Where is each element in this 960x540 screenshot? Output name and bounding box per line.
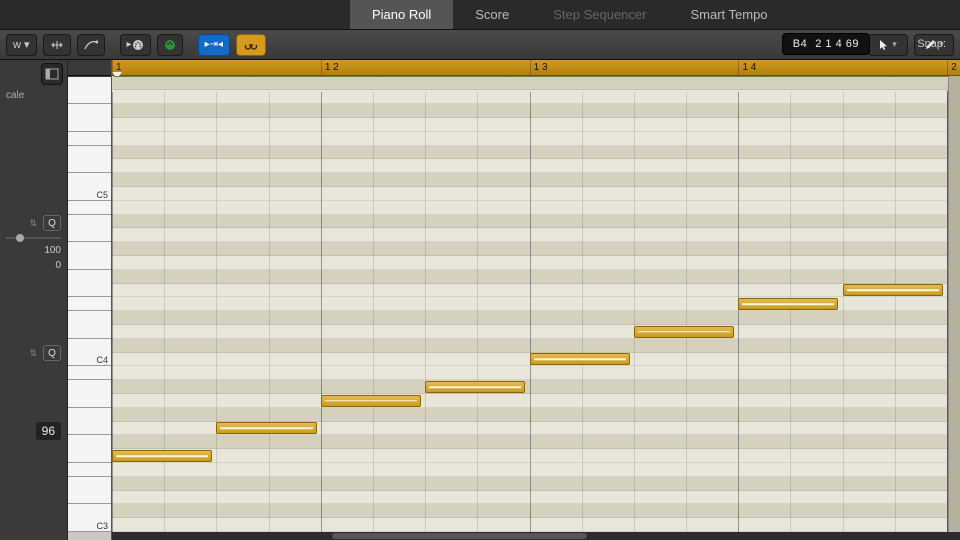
beatline bbox=[477, 92, 478, 532]
midi-out-icon bbox=[164, 39, 176, 51]
grid-row bbox=[112, 77, 947, 91]
grid-area: 11 21 31 42 F Major Scale bbox=[112, 60, 960, 540]
panel-icon bbox=[45, 68, 59, 80]
beatline bbox=[269, 92, 270, 532]
midi-note[interactable] bbox=[321, 395, 421, 407]
automation-tool-button[interactable] bbox=[77, 34, 105, 56]
midi-note[interactable] bbox=[530, 353, 630, 365]
white-key[interactable] bbox=[68, 77, 111, 105]
barline bbox=[530, 92, 531, 532]
editor-tabbar: Piano Roll Score Step Sequencer Smart Te… bbox=[0, 0, 960, 30]
scale-label: cale bbox=[0, 88, 67, 103]
ruler-tick: 1 4 bbox=[738, 60, 756, 75]
tab-smart-tempo[interactable]: Smart Tempo bbox=[668, 0, 789, 29]
white-key[interactable] bbox=[68, 104, 111, 132]
beatline bbox=[843, 92, 844, 532]
quantize-button-2[interactable]: Q bbox=[43, 345, 61, 361]
white-key[interactable] bbox=[68, 380, 111, 408]
playhead-position-value: 2 1 4 69 bbox=[815, 38, 859, 50]
beatline bbox=[895, 92, 896, 532]
catch-icon: ⇥ bbox=[210, 39, 218, 50]
catch-off-button[interactable]: ▸ ⇥ ◂ bbox=[198, 34, 230, 56]
midi-note[interactable] bbox=[112, 450, 212, 462]
tab-piano-roll[interactable]: Piano Roll bbox=[350, 0, 453, 29]
playhead-readout: B4 2 1 4 69 bbox=[782, 33, 870, 55]
white-key[interactable] bbox=[68, 408, 111, 436]
chevron-down-icon: ▾ bbox=[892, 39, 897, 50]
beatline bbox=[634, 92, 635, 532]
white-key[interactable] bbox=[68, 477, 111, 505]
velocity-offset-value: 0 bbox=[55, 260, 61, 271]
midi-in-icon bbox=[132, 39, 144, 51]
stepper-arrows-icon[interactable]: ⇅ bbox=[29, 218, 37, 229]
midi-note[interactable] bbox=[634, 326, 734, 338]
white-key[interactable] bbox=[68, 242, 111, 270]
keyboard-ruler-gap bbox=[68, 60, 111, 76]
chevron-left-icon: ◂ bbox=[218, 39, 223, 50]
inspector-toggle-button[interactable] bbox=[41, 63, 63, 85]
piano-roll-stage: cale ⇅ Q 100 0 ⇅ Q 96 C5 C4 C3 1 1 2 1 3 1 4 2… bbox=[0, 60, 960, 540]
white-key[interactable] bbox=[68, 366, 111, 380]
midi-note[interactable] bbox=[216, 422, 316, 434]
midi-note[interactable] bbox=[738, 298, 838, 310]
velocity-value: 100 bbox=[44, 245, 61, 256]
piano-roll-toolbar: w ▾ ▸ ▸ ⇥ ◂ ▾ ▾ B4 2 1 4 69 Snap: bbox=[0, 30, 960, 60]
beatline bbox=[373, 92, 374, 532]
beatline bbox=[425, 92, 426, 532]
inspector-value-96: 96 bbox=[36, 422, 61, 440]
quantize-button-1[interactable]: Q bbox=[43, 215, 61, 231]
piano-keyboard[interactable]: C5 C4 C3 bbox=[68, 60, 112, 540]
white-key[interactable] bbox=[68, 201, 111, 215]
tab-step-sequencer[interactable]: Step Sequencer bbox=[531, 0, 668, 29]
grid-right-edge bbox=[948, 76, 960, 532]
view-menu-button[interactable]: w ▾ bbox=[6, 34, 37, 56]
pointer-icon bbox=[879, 39, 889, 51]
white-key[interactable] bbox=[68, 435, 111, 463]
ruler-tick: 1 3 bbox=[530, 60, 548, 75]
white-key[interactable] bbox=[68, 132, 111, 146]
key-label: C5 bbox=[96, 190, 108, 200]
beatline bbox=[686, 92, 687, 532]
note-grid[interactable] bbox=[112, 92, 948, 532]
midi-in-button-group[interactable]: ▸ bbox=[120, 34, 151, 56]
key-label: C4 bbox=[96, 355, 108, 365]
horizontal-scrollbar[interactable] bbox=[112, 532, 960, 540]
white-key[interactable] bbox=[68, 215, 111, 243]
playhead-note-value: B4 bbox=[793, 38, 807, 50]
tab-score[interactable]: Score bbox=[453, 0, 531, 29]
link-button[interactable] bbox=[236, 34, 266, 56]
snap-label: Snap: bbox=[909, 33, 954, 55]
bar-ruler[interactable]: 1 1 2 1 3 1 4 2 bbox=[112, 60, 960, 76]
chevron-down-icon: ▾ bbox=[24, 38, 30, 51]
white-key[interactable] bbox=[68, 270, 111, 298]
barline bbox=[321, 92, 322, 532]
beatline bbox=[582, 92, 583, 532]
collapse-icon bbox=[50, 39, 64, 51]
midi-out-button[interactable] bbox=[157, 34, 183, 56]
velocity-slider[interactable] bbox=[6, 237, 61, 239]
inspector-panel: cale ⇅ Q 100 0 ⇅ Q 96 bbox=[0, 60, 68, 540]
key-label: C3 bbox=[96, 521, 108, 531]
stepper-arrows-icon[interactable]: ⇅ bbox=[29, 348, 37, 359]
view-menu-label: w bbox=[13, 39, 21, 51]
white-key[interactable] bbox=[68, 146, 111, 174]
midi-note[interactable] bbox=[425, 381, 525, 393]
automation-curve-icon bbox=[84, 39, 98, 51]
beatline bbox=[216, 92, 217, 532]
ruler-tick: 2 bbox=[947, 60, 957, 75]
barline bbox=[738, 92, 739, 532]
ruler-tick: 1 bbox=[112, 60, 122, 75]
barline bbox=[112, 92, 113, 532]
beatline bbox=[790, 92, 791, 532]
collapse-tool-button-1[interactable] bbox=[43, 34, 71, 56]
scrollbar-thumb[interactable] bbox=[332, 533, 586, 539]
white-key[interactable] bbox=[68, 297, 111, 311]
white-key[interactable] bbox=[68, 463, 111, 477]
midi-note[interactable] bbox=[843, 284, 943, 296]
white-key[interactable] bbox=[68, 311, 111, 339]
link-icon bbox=[243, 40, 259, 50]
ruler-tick: 1 2 bbox=[321, 60, 339, 75]
pointer-tool-button[interactable]: ▾ bbox=[868, 34, 908, 56]
beatline bbox=[164, 92, 165, 532]
